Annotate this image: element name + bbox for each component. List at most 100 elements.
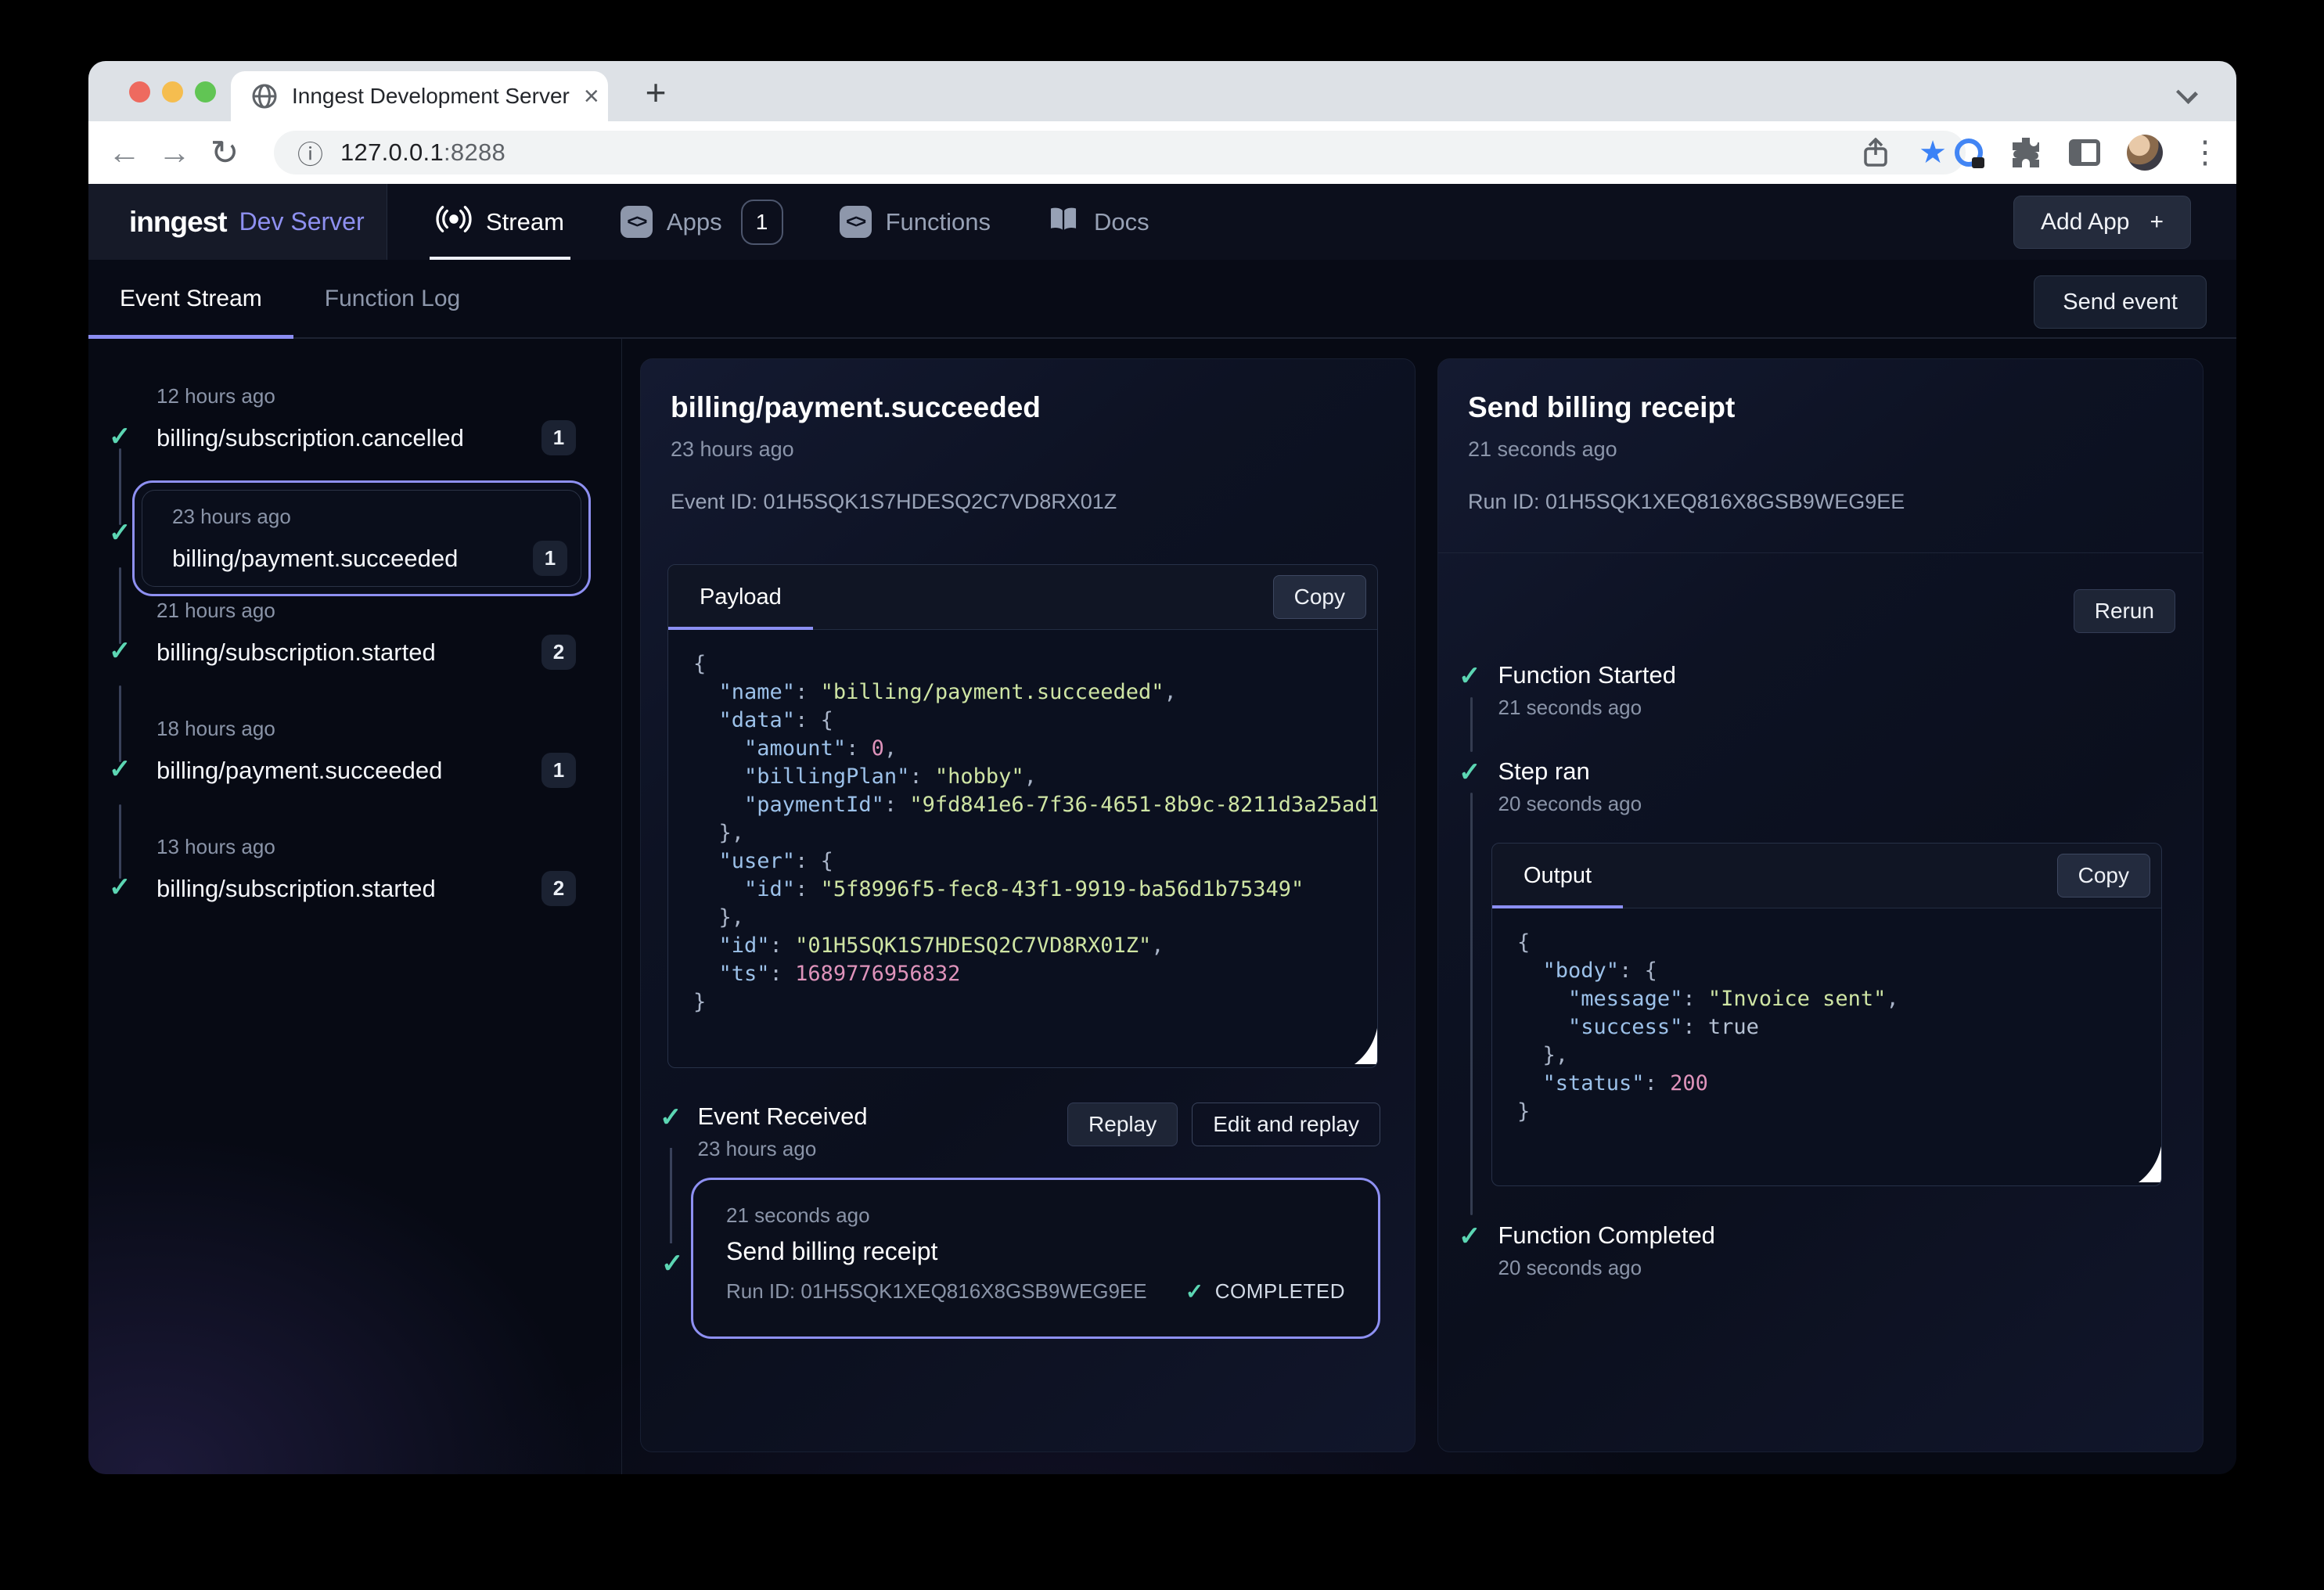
- zoom-window-button[interactable]: [195, 81, 216, 103]
- new-tab-button[interactable]: +: [628, 69, 683, 116]
- check-icon: ✓: [109, 756, 131, 782]
- event-count-badge: 2: [541, 871, 576, 906]
- browser-window: Inngest Development Server × + ← → ↻ ⓘ 1…: [88, 61, 2236, 1474]
- event-stream-sidebar: ✓ 12 hours ago billing/subscription.canc…: [88, 339, 622, 1474]
- run-status-badge: ✓ COMPLETED: [1185, 1279, 1345, 1304]
- event-item-box: 18 hours ago billing/payment.succeeded 1: [156, 717, 576, 788]
- globe-favicon-icon: [251, 83, 278, 110]
- send-event-button[interactable]: Send event: [2034, 275, 2207, 329]
- timeline-step-step-ran: ✓ Step ran 20 seconds ago: [1459, 757, 1642, 816]
- event-item-name: billing/payment.succeeded: [156, 753, 541, 788]
- event-time: 23 hours ago: [671, 437, 794, 462]
- desktop: Inngest Development Server × + ← → ↻ ⓘ 1…: [0, 0, 2324, 1590]
- check-icon: ✓: [1459, 759, 1481, 786]
- browser-toolbar: ← → ↻ ⓘ 127.0.0.1:8288 ★: [88, 121, 2236, 184]
- nav-label-apps: Apps: [667, 208, 722, 236]
- event-stream-item[interactable]: ✓ 21 hours ago billing/subscription.star…: [88, 599, 621, 717]
- timeline-step-function-started: ✓ Function Started 21 seconds ago: [1459, 661, 1676, 720]
- plus-icon: +: [2150, 209, 2164, 236]
- broadcast-icon: [436, 201, 472, 243]
- event-stream-item[interactable]: ✓ 13 hours ago billing/subscription.star…: [88, 835, 621, 953]
- nav-label-stream: Stream: [486, 208, 564, 236]
- main-content: ✓ 12 hours ago billing/subscription.canc…: [88, 339, 2236, 1474]
- browser-tab[interactable]: Inngest Development Server ×: [231, 71, 608, 121]
- browser-tabstrip: Inngest Development Server × +: [88, 61, 2236, 121]
- nav-label-docs: Docs: [1094, 208, 1149, 236]
- function-run-card[interactable]: 21 seconds ago Send billing receipt Run …: [691, 1178, 1380, 1339]
- replay-button[interactable]: Replay: [1067, 1103, 1178, 1146]
- event-stream-item[interactable]: ✓ 23 hours ago billing/payment.succeeded…: [88, 480, 621, 599]
- payload-tab[interactable]: Payload: [668, 565, 813, 629]
- nav-item-functions[interactable]: <> Functions: [811, 184, 1019, 260]
- code-icon: <>: [840, 206, 872, 238]
- timeline-step-function-completed: ✓ Function Completed 20 seconds ago: [1459, 1221, 1715, 1280]
- timeline-line: [1470, 793, 1473, 1215]
- back-button[interactable]: ←: [99, 134, 149, 171]
- minimize-window-button[interactable]: [162, 81, 183, 103]
- app-header: inngest Dev Server Stream <> Apps 1 <>: [88, 184, 2236, 260]
- run-card-run-id: Run ID: 01H5SQK1XEQ816X8GSB9WEG9EE: [726, 1279, 1185, 1304]
- run-title: Send billing receipt: [1468, 391, 1735, 424]
- check-icon: ✓: [1459, 1223, 1481, 1250]
- nav-label-functions: Functions: [886, 208, 991, 236]
- extensions-puzzle-icon[interactable]: [2009, 135, 2042, 171]
- check-icon: ✓: [109, 874, 131, 901]
- bookmark-star-icon[interactable]: ★: [1919, 137, 1947, 168]
- site-info-icon[interactable]: ⓘ: [297, 134, 323, 171]
- event-id: Event ID: 01H5SQK1S7HDESQ2C7VD8RX01Z: [671, 490, 1117, 514]
- event-detail-panel: billing/payment.succeeded 23 hours ago E…: [640, 358, 1416, 1452]
- event-item-box: 13 hours ago billing/subscription.starte…: [156, 835, 576, 906]
- event-item-box: 21 hours ago billing/subscription.starte…: [156, 599, 576, 670]
- output-tab[interactable]: Output: [1492, 844, 1623, 908]
- event-list: ✓ 12 hours ago billing/subscription.canc…: [88, 384, 621, 953]
- share-icon[interactable]: [1862, 138, 1889, 167]
- check-icon: ✓: [109, 520, 131, 546]
- side-panel-icon[interactable]: [2069, 139, 2100, 166]
- tab-search-chevron-icon[interactable]: [2176, 82, 2198, 104]
- add-app-button[interactable]: Add App +: [2013, 196, 2191, 249]
- address-bar[interactable]: ⓘ 127.0.0.1:8288 ★: [274, 131, 1966, 174]
- event-count-badge: 2: [541, 635, 576, 670]
- copy-payload-button[interactable]: Copy: [1273, 575, 1366, 619]
- forward-button[interactable]: →: [149, 134, 200, 171]
- tab-function-log[interactable]: Function Log: [293, 260, 491, 337]
- event-item-time: 12 hours ago: [156, 384, 576, 408]
- inngest-logo: inngest Dev Server: [88, 184, 387, 260]
- event-stream-item[interactable]: ✓ 18 hours ago billing/payment.succeeded…: [88, 717, 621, 835]
- event-item-name: billing/subscription.started: [156, 635, 541, 670]
- event-item-time: 23 hours ago: [172, 505, 567, 528]
- event-count-badge: 1: [541, 420, 576, 455]
- check-icon: ✓: [109, 423, 131, 450]
- run-card-time: 21 seconds ago: [726, 1203, 1345, 1228]
- profile-avatar[interactable]: [2127, 135, 2163, 171]
- nav-item-apps[interactable]: <> Apps 1: [592, 184, 811, 260]
- tab-title: Inngest Development Server: [292, 84, 570, 109]
- browser-menu-icon[interactable]: ⋮: [2189, 135, 2221, 171]
- password-manager-extension-icon[interactable]: [1955, 138, 1983, 167]
- output-box: Output Copy { "body": { "message": "Invo…: [1491, 843, 2162, 1186]
- timeline-line: [670, 1148, 672, 1243]
- close-tab-icon[interactable]: ×: [584, 83, 599, 110]
- check-icon: ✓: [660, 1104, 682, 1131]
- event-item-box: 12 hours ago billing/subscription.cancel…: [156, 384, 576, 455]
- run-time: 21 seconds ago: [1468, 437, 1617, 462]
- tab-event-stream[interactable]: Event Stream: [88, 260, 293, 337]
- check-icon: ✓: [1185, 1279, 1204, 1304]
- nav-item-stream[interactable]: Stream: [408, 184, 592, 260]
- event-item-name: billing/payment.succeeded: [172, 541, 533, 576]
- url-text: 127.0.0.1:8288: [340, 138, 505, 167]
- rerun-button[interactable]: Rerun: [2074, 589, 2175, 633]
- close-window-button[interactable]: [129, 81, 150, 103]
- copy-output-button[interactable]: Copy: [2057, 854, 2150, 898]
- reload-button[interactable]: ↻: [200, 133, 250, 173]
- page-corner-decoration: [1354, 1023, 1378, 1068]
- check-icon: ✓: [1459, 663, 1481, 689]
- run-id: Run ID: 01H5SQK1XEQ816X8GSB9WEG9EE: [1468, 490, 1905, 514]
- stream-tabs: Event Stream Function Log Send event: [88, 260, 2236, 339]
- run-card-title: Send billing receipt: [726, 1237, 1345, 1266]
- event-received-row: ✓ Event Received 23 hours ago Replay Edi…: [660, 1103, 1380, 1161]
- page-corner-decoration: [2139, 1142, 2162, 1186]
- edit-and-replay-button[interactable]: Edit and replay: [1192, 1103, 1380, 1146]
- event-item-time: 13 hours ago: [156, 835, 576, 858]
- nav-item-docs[interactable]: Docs: [1019, 184, 1178, 260]
